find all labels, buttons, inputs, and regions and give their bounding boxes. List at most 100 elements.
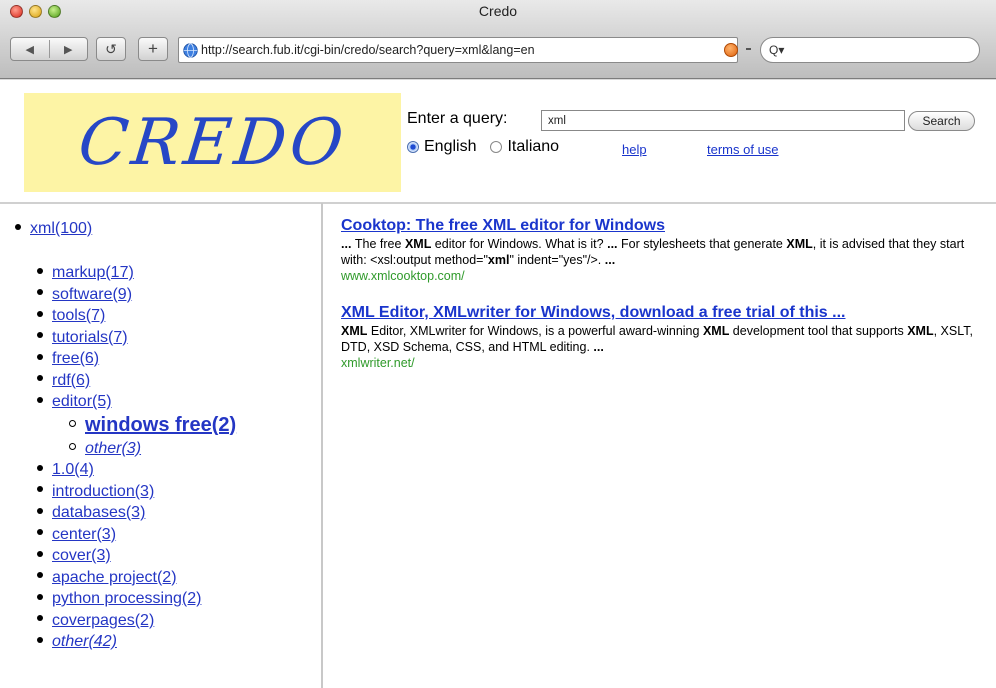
cluster-panel: xml(100) markup(17) software(9) tools(7)… [7,203,323,688]
plus-icon: + [148,39,158,58]
cluster-item: cover(3) [37,545,236,567]
cluster-item: software(9) [37,284,236,306]
language-option-english[interactable]: English [407,138,476,156]
snippet-text: Editor, XMLwriter for Windows, is a powe… [367,324,703,338]
result-snippet: XML Editor, XMLwriter for Windows, is a … [341,323,981,355]
subcluster-item-selected: windows free(2) [37,413,236,438]
bullet-icon [37,353,43,360]
radio-italiano[interactable] [490,141,503,153]
snippet-text: XML [702,324,730,338]
browser-chrome: Credo ◀ ▶ ↺ + http://search.fub.it/cgi-b… [0,0,996,79]
snippet-text: development tool that supports [729,324,908,338]
snippet-text: XML [404,237,432,251]
cluster-link-xml[interactable]: xml(100) [30,220,92,237]
snippet-text: xml [487,253,510,267]
help-link[interactable]: help [622,142,647,157]
snippet-text: editor for Windows. What is it? [431,237,608,251]
bullet-icon [37,486,43,493]
cluster-link[interactable]: tutorials(7) [52,329,128,346]
search-icon: Q▾ [769,43,785,57]
window-title: Credo [478,3,518,19]
language-selector: English Italiano [407,138,573,156]
bullet-icon [37,396,43,403]
cluster-item: introduction(3) [37,481,236,503]
browser-search-field[interactable]: Q▾ [760,37,980,63]
cluster-link[interactable]: center(3) [52,526,116,543]
search-button[interactable]: Search [908,111,975,131]
bullet-icon [37,375,43,382]
cluster-link[interactable]: coverpages(2) [52,612,154,629]
result-url: www.xmlcooktop.com/ [341,269,465,283]
cluster-link[interactable]: rdf(6) [52,372,90,389]
snippet-text: ... [341,237,355,251]
rss-icon[interactable] [724,43,738,57]
radio-english[interactable] [407,141,419,153]
circle-bullet-icon [69,419,76,427]
add-bookmark-button[interactable]: + [138,37,168,61]
logo-text: CREDO [74,105,351,180]
cluster-link[interactable]: 1.0(4) [52,461,94,478]
query-input[interactable] [541,110,905,131]
language-option-italiano[interactable]: Italiano [490,138,559,156]
back-forward-buttons: ◀ ▶ [10,37,88,61]
cluster-list: markup(17) software(9) tools(7) tutorial… [37,262,236,653]
cluster-root: xml(100) [15,218,92,240]
address-bar[interactable]: http://search.fub.it/cgi-bin/credo/searc… [178,37,738,63]
circle-bullet-icon [69,442,76,450]
snippet-text: The free [354,237,405,251]
snippet-text: ... [607,237,618,251]
bullet-icon [37,550,43,557]
bullet-icon [15,223,21,230]
bullet-icon [37,464,43,471]
cluster-item: coverpages(2) [37,610,236,632]
subcluster-item: other(3) [37,438,236,460]
result-title-link[interactable]: Cooktop: The free XML editor for Windows [341,217,665,234]
cluster-item: other(42) [37,631,236,653]
cluster-item: python processing(2) [37,588,236,610]
bullet-icon [37,310,43,317]
cluster-item: editor(5) [37,391,236,413]
snippet-text: For stylesheets that generate [617,237,787,251]
cluster-item: 1.0(4) [37,459,236,481]
reload-button[interactable]: ↺ [96,37,126,61]
result-item: XML Editor, XMLwriter for Windows, downl… [341,304,981,371]
search-separator [746,48,751,50]
bullet-icon [37,593,43,600]
cluster-link[interactable]: cover(3) [52,547,111,564]
cluster-link[interactable]: other(42) [52,633,117,650]
cluster-item: free(6) [37,348,236,370]
cluster-link[interactable]: editor(5) [52,393,112,410]
terms-of-use-link[interactable]: terms of use [707,142,779,157]
search-results: Cooktop: The free XML editor for Windows… [341,217,981,391]
result-title-link[interactable]: XML Editor, XMLwriter for Windows, downl… [341,304,845,321]
cluster-link[interactable]: software(9) [52,286,132,303]
bullet-icon [37,529,43,536]
bullet-icon [37,636,43,643]
forward-icon[interactable]: ▶ [49,43,87,56]
snippet-text: XML [341,324,368,338]
cluster-link[interactable]: apache project(2) [52,569,177,586]
cluster-link[interactable]: free(6) [52,350,99,367]
cluster-link[interactable]: tools(7) [52,307,105,324]
bullet-icon [37,507,43,514]
cluster-link[interactable]: markup(17) [52,264,134,281]
credo-header: CREDO Enter a query: Search English Ital… [0,79,996,204]
bullet-icon [37,289,43,296]
snippet-text: XML [786,237,813,251]
result-item: Cooktop: The free XML editor for Windows… [341,217,981,284]
url-text: http://search.fub.it/cgi-bin/credo/searc… [201,43,535,57]
subcluster-link[interactable]: windows free(2) [85,414,236,436]
cluster-item: rdf(6) [37,370,236,392]
cluster-link[interactable]: databases(3) [52,504,145,521]
cluster-item: tools(7) [37,305,236,327]
cluster-item: apache project(2) [37,567,236,589]
result-snippet: ... The free XML editor for Windows. Wha… [341,236,981,268]
language-label-english: English [424,138,477,155]
cluster-item: markup(17) [37,262,236,284]
back-icon[interactable]: ◀ [11,43,49,56]
bullet-icon [37,267,43,274]
snippet-text: ... [604,253,616,267]
cluster-link[interactable]: introduction(3) [52,483,154,500]
cluster-link[interactable]: python processing(2) [52,590,201,607]
subcluster-link[interactable]: other(3) [85,440,141,457]
